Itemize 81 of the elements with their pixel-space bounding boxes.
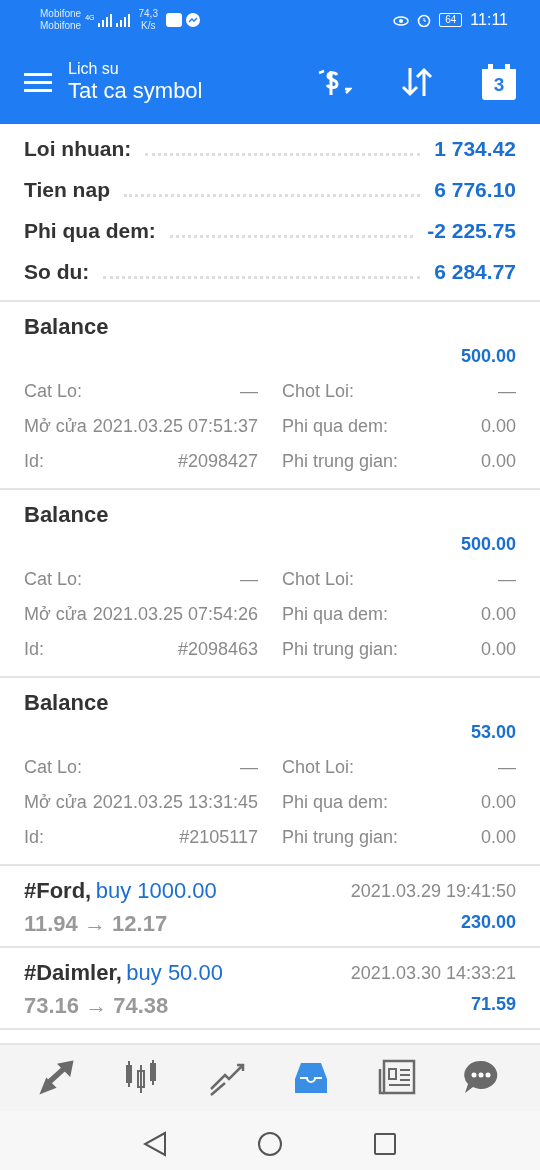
field-label: Cat Lo: bbox=[24, 380, 83, 403]
field-value: — bbox=[498, 568, 516, 591]
carrier-name: Mobifone bbox=[40, 20, 82, 32]
field-value: — bbox=[498, 380, 516, 403]
field-value: 0.00 bbox=[480, 638, 516, 661]
field-value: 0.00 bbox=[480, 415, 516, 438]
deal-prices: 73.16 → 74.38 bbox=[24, 992, 170, 1020]
field-value: 0.00 bbox=[480, 791, 516, 814]
summary-label: Tien nap bbox=[24, 176, 110, 203]
deal-symbol: #Daimler, bbox=[24, 960, 122, 985]
record-title: Balance bbox=[24, 501, 110, 529]
field-value: 0.00 bbox=[480, 603, 516, 626]
header-subtitle: Lich su bbox=[68, 60, 120, 78]
record-amount: 53.00 bbox=[469, 721, 516, 744]
record-amount: 500.00 bbox=[459, 533, 516, 556]
field-value: #2105117 bbox=[179, 826, 258, 849]
summary-value: 1 734.42 bbox=[434, 135, 516, 162]
home-icon[interactable] bbox=[257, 1130, 283, 1157]
record-title: Balance bbox=[24, 689, 110, 717]
summary-label: Loi nhuan: bbox=[24, 135, 132, 162]
field-value: #2098427 bbox=[177, 450, 258, 473]
deal-profit: 230.00 bbox=[460, 911, 516, 934]
field-label: Phi qua dem: bbox=[282, 791, 389, 814]
field-label: Cat Lo: bbox=[24, 756, 83, 779]
field-label: Chot Loi: bbox=[282, 568, 355, 591]
field-label: Phi trung gian: bbox=[282, 450, 399, 473]
app-icon bbox=[165, 13, 182, 27]
field-label: Mở cửa bbox=[24, 791, 87, 814]
field-value: 0.00 bbox=[480, 450, 516, 473]
eye-icon bbox=[393, 14, 410, 26]
summary-value: 6 776.10 bbox=[434, 176, 516, 203]
recents-icon[interactable] bbox=[373, 1131, 397, 1156]
field-label: Mở cửa bbox=[24, 415, 87, 438]
field-label: Phi qua dem: bbox=[282, 603, 389, 626]
field-label: Id: bbox=[24, 826, 44, 849]
signal-icon bbox=[98, 13, 113, 27]
header-title: Tat ca symbol bbox=[68, 78, 203, 104]
field-value: — bbox=[240, 380, 258, 403]
summary-value: 6 284.77 bbox=[434, 258, 516, 285]
field-label: Phi trung gian: bbox=[282, 638, 399, 661]
field-label: Cat Lo: bbox=[24, 568, 83, 591]
calendar-button[interactable]: 3 bbox=[482, 64, 516, 100]
field-value: — bbox=[240, 756, 258, 779]
field-label: Phi qua dem: bbox=[282, 415, 389, 438]
field-value: — bbox=[240, 568, 258, 591]
summary-label: So du: bbox=[24, 258, 90, 285]
field-label: Id: bbox=[24, 450, 44, 473]
summary-value: -2 225.75 bbox=[427, 217, 516, 244]
field-value: — bbox=[498, 756, 516, 779]
record-title: Balance bbox=[24, 313, 110, 341]
deal-prices: 11.94 → 12.17 bbox=[24, 910, 169, 938]
speed-unit: K/s bbox=[140, 20, 157, 32]
menu-icon[interactable] bbox=[24, 72, 52, 92]
field-value: 2021.03.25 07:54:26 bbox=[92, 603, 258, 626]
field-value: 2021.03.25 13:31:45 bbox=[92, 791, 258, 814]
deal-symbol: #Ford, bbox=[24, 878, 92, 903]
deal-profit: 71.59 bbox=[470, 993, 516, 1016]
field-value: 2021.03.25 07:51:37 bbox=[92, 415, 258, 438]
alarm-icon bbox=[417, 13, 432, 27]
field-label: Chot Loi: bbox=[282, 380, 355, 403]
field-label: Chot Loi: bbox=[282, 756, 355, 779]
clock-time: 11:11 bbox=[470, 10, 508, 30]
newspaper-icon bbox=[377, 1059, 416, 1097]
deal-volume: buy 1000.00 bbox=[95, 878, 217, 903]
messenger-icon bbox=[185, 13, 200, 27]
summary-label: Phi qua dem: bbox=[24, 217, 156, 244]
field-label: Id: bbox=[24, 638, 44, 661]
sort-icon[interactable] bbox=[400, 66, 434, 98]
field-label: Phi trung gian: bbox=[282, 826, 399, 849]
signal-icon bbox=[116, 13, 131, 27]
network-speed: 74,3 bbox=[138, 8, 158, 20]
carrier-name: Mobifone bbox=[40, 8, 82, 20]
field-value: 0.00 bbox=[480, 826, 516, 849]
back-icon[interactable] bbox=[143, 1130, 167, 1157]
deal-time: 2021.03.30 14:33:21 bbox=[350, 962, 516, 985]
battery-level: 64 bbox=[439, 13, 463, 27]
deal-volume: buy 50.00 bbox=[126, 960, 223, 985]
deal-time: 2021.03.29 19:41:50 bbox=[350, 880, 516, 903]
record-amount: 500.00 bbox=[459, 345, 516, 368]
field-label: Mở cửa bbox=[24, 603, 87, 626]
field-value: #2098463 bbox=[177, 638, 258, 661]
